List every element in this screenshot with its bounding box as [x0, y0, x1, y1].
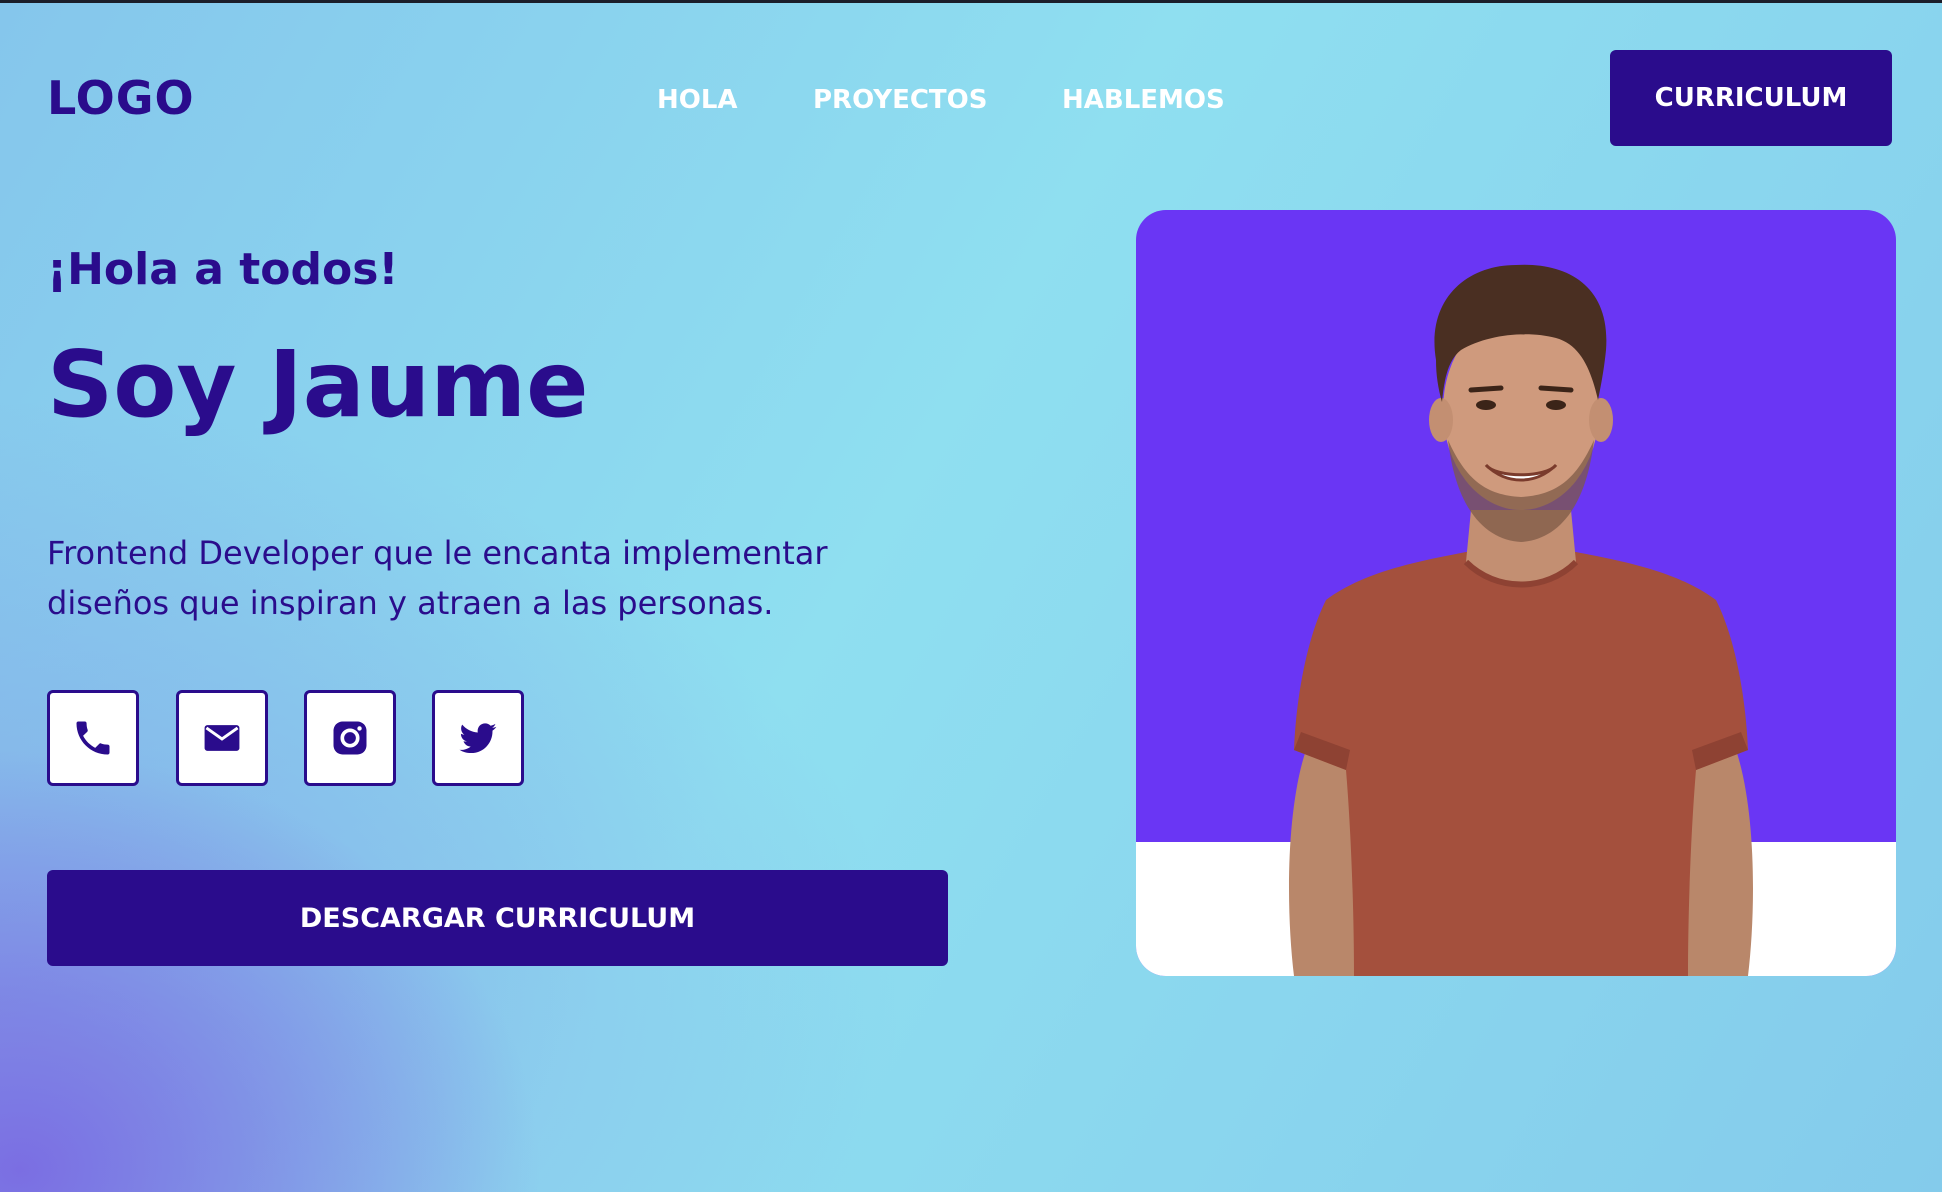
hero-description: Frontend Developer que le encanta implem… [47, 528, 897, 628]
twitter-icon [459, 723, 497, 754]
mail-button[interactable] [176, 690, 268, 786]
nav-link-hablemos[interactable]: HABLEMOS [1062, 80, 1225, 120]
nav-link-proyectos[interactable]: PROYECTOS [813, 80, 987, 120]
curriculum-button[interactable]: CURRICULUM [1610, 50, 1892, 146]
instagram-button[interactable] [304, 690, 396, 786]
download-curriculum-button[interactable]: DESCARGAR CURRICULUM [47, 870, 948, 966]
logo[interactable]: LOGO [47, 70, 195, 126]
mail-icon [204, 725, 240, 751]
hero-greeting: ¡Hola a todos! [47, 244, 399, 295]
phone-button[interactable] [47, 690, 139, 786]
twitter-button[interactable] [432, 690, 524, 786]
hero-title: Soy Jaume [47, 331, 589, 438]
hero-description-line-1: Frontend Developer que le encanta implem… [47, 534, 828, 572]
hero-description-line-2: diseños que inspiran y atraen a las pers… [47, 584, 774, 622]
nav-link-hola[interactable]: HOLA [657, 80, 738, 120]
window-top-border [0, 0, 1942, 3]
portrait-image [1136, 264, 1896, 976]
profile-photo [1136, 210, 1896, 976]
instagram-icon [333, 721, 367, 755]
phone-icon [76, 721, 110, 755]
